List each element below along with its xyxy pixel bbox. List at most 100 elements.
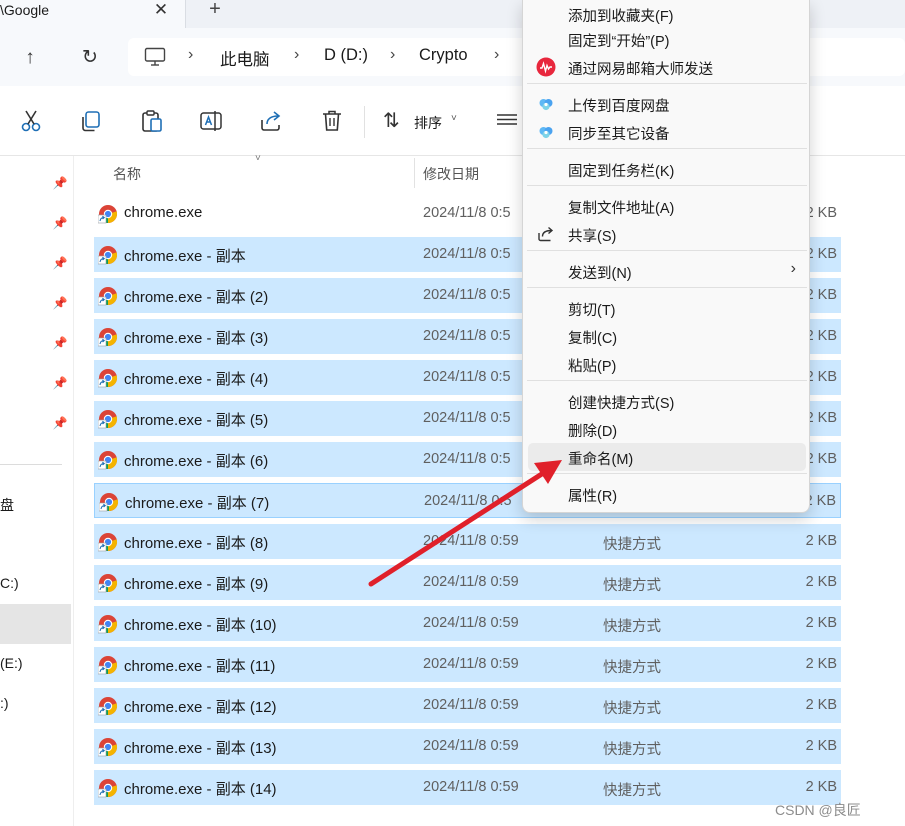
file-size: 2 KB bbox=[805, 287, 837, 303]
rename-button[interactable] bbox=[198, 108, 226, 136]
pin-icon: 📌 bbox=[52, 216, 68, 230]
chrome-shortcut-icon bbox=[97, 573, 118, 593]
close-icon[interactable]: ✕ bbox=[152, 0, 170, 20]
sidebar-item-drive-c[interactable]: C:) bbox=[0, 575, 19, 591]
menu-item[interactable]: 复制文件地址(A) bbox=[528, 192, 806, 220]
sidebar-item-drive[interactable]: 盘 bbox=[0, 495, 14, 515]
tab-google[interactable]: \Google ✕ bbox=[0, 0, 186, 28]
chrome-shortcut-icon bbox=[97, 696, 118, 716]
menu-item[interactable]: 上传到百度网盘 bbox=[528, 90, 806, 118]
file-row[interactable]: chrome.exe - 副本 (9) 2024/11/8 0:59 快捷方式 2 K… bbox=[94, 565, 841, 600]
sidebar-divider bbox=[0, 464, 62, 465]
column-header-date[interactable]: 修改日期 bbox=[423, 164, 479, 184]
file-type: 快捷方式 bbox=[603, 578, 661, 594]
file-date: 2024/11/8 0:59 bbox=[423, 615, 519, 631]
file-type: 快捷方式 bbox=[603, 619, 661, 635]
file-row[interactable]: chrome.exe - 副本 (12) 2024/11/8 0:59 快捷方式 2 … bbox=[94, 688, 841, 723]
file-row[interactable]: chrome.exe - 副本 (10) 2024/11/8 0:59 快捷方式 2 … bbox=[94, 606, 841, 641]
menu-item-label: 重命名(M) bbox=[568, 452, 634, 468]
file-name: chrome.exe - 副本 (6) bbox=[124, 453, 269, 470]
menu-item-label: 同步至其它设备 bbox=[568, 127, 670, 143]
pin-icon: 📌 bbox=[52, 336, 68, 350]
column-header-name[interactable]: 名称 bbox=[113, 164, 141, 184]
breadcrumb-drive-d[interactable]: D (D:) bbox=[324, 46, 368, 65]
file-type: 快捷方式 bbox=[603, 742, 661, 758]
chrome-shortcut-icon bbox=[97, 327, 118, 347]
sort-icon[interactable]: ⇅ bbox=[383, 108, 407, 134]
file-type: 快捷方式 bbox=[603, 783, 661, 799]
column-divider[interactable] bbox=[414, 158, 415, 188]
file-name: chrome.exe - 副本 (5) bbox=[124, 412, 269, 429]
sort-caret-icon: ˅ bbox=[255, 153, 261, 164]
view-list-icon[interactable] bbox=[496, 112, 518, 130]
toolbar-divider bbox=[364, 106, 365, 138]
file-date: 2024/11/8 0:5 bbox=[423, 451, 511, 467]
menu-item-label: 属性(R) bbox=[568, 489, 618, 505]
file-size: 2 KB bbox=[805, 328, 837, 344]
menu-item[interactable]: 复制(C) bbox=[528, 322, 806, 350]
file-type: 快捷方式 bbox=[603, 701, 661, 717]
file-date: 2024/11/8 0:59 bbox=[423, 738, 519, 754]
clipboard-icon bbox=[142, 110, 162, 132]
file-date: 2024/11/8 0:5 bbox=[423, 205, 511, 221]
file-size: 2 KB bbox=[805, 738, 837, 754]
chrome-shortcut-icon bbox=[97, 778, 118, 798]
sidebar-item-drive-d-selected[interactable] bbox=[0, 604, 71, 644]
menu-item[interactable]: 重命名(M) bbox=[528, 443, 806, 471]
cut-button[interactable] bbox=[18, 108, 46, 136]
chrome-shortcut-icon bbox=[97, 409, 118, 429]
menu-item[interactable]: 共享(S) bbox=[528, 220, 806, 248]
menu-item-label: 粘贴(P) bbox=[568, 359, 617, 375]
menu-item[interactable]: 固定到任务栏(K) bbox=[528, 155, 806, 183]
menu-item[interactable]: 删除(D) bbox=[528, 415, 806, 443]
paste-button[interactable] bbox=[139, 108, 167, 136]
chrome-shortcut-icon bbox=[97, 655, 118, 675]
menu-item-label: 通过网易邮箱大师发送 bbox=[568, 62, 713, 78]
menu-item[interactable]: 同步至其它设备 bbox=[528, 118, 806, 146]
new-tab-icon[interactable]: + bbox=[205, 0, 225, 20]
file-size: 2 KB bbox=[805, 656, 837, 672]
menu-item[interactable]: 添加到收藏夹(F) bbox=[528, 0, 806, 28]
sidebar-item-drive-e[interactable]: (E:) bbox=[0, 655, 23, 671]
menu-item[interactable]: 创建快捷方式(S) bbox=[528, 387, 806, 415]
menu-item[interactable]: 粘贴(P) bbox=[528, 350, 806, 378]
monitor-icon bbox=[144, 47, 166, 66]
watermark-text: CSDN @良匠 bbox=[775, 802, 861, 818]
menu-item[interactable]: 通过网易邮箱大师发送 bbox=[528, 53, 806, 81]
menu-item-label: 上传到百度网盘 bbox=[568, 99, 670, 115]
file-row[interactable]: chrome.exe - 副本 (13) 2024/11/8 0:59 快捷方式 2 … bbox=[94, 729, 841, 764]
menu-separator bbox=[527, 473, 807, 474]
menu-item-label: 共享(S) bbox=[568, 229, 617, 245]
context-menu: 添加到收藏夹(F) 固定到“开始”(P) 通过网易邮箱大师发送 上传到百度网盘 同步至其… bbox=[522, 0, 810, 513]
breadcrumb-crypto[interactable]: Crypto bbox=[419, 46, 468, 65]
navigation-pane: 📌 📌 📌 📌 📌 📌 📌 盘 C:) (E:) :) bbox=[0, 156, 74, 826]
menu-separator bbox=[527, 185, 807, 186]
menu-item[interactable]: 发送到(N) › bbox=[528, 257, 806, 285]
file-name: chrome.exe - 副本 (3) bbox=[124, 330, 269, 347]
up-arrow-icon[interactable]: ↑ bbox=[18, 46, 42, 70]
file-name: chrome.exe bbox=[124, 204, 203, 221]
file-row[interactable]: chrome.exe - 副本 (11) 2024/11/8 0:59 快捷方式 2 … bbox=[94, 647, 841, 682]
refresh-icon[interactable]: ↻ bbox=[78, 46, 102, 70]
menu-item[interactable]: 剪切(T) bbox=[528, 294, 806, 322]
chrome-shortcut-icon bbox=[97, 204, 118, 224]
file-size: 2 KB bbox=[805, 779, 837, 795]
pin-icon: 📌 bbox=[52, 176, 68, 190]
sidebar-item-drive-f[interactable]: :) bbox=[0, 695, 9, 711]
menu-item-label: 删除(D) bbox=[568, 424, 618, 440]
breadcrumb-this-pc[interactable]: 此电脑 bbox=[220, 46, 270, 70]
menu-item[interactable]: 属性(R) bbox=[528, 480, 806, 508]
file-name: chrome.exe - 副本 (7) bbox=[125, 495, 270, 512]
file-row[interactable]: chrome.exe - 副本 (14) 2024/11/8 0:59 快捷方式 2 … bbox=[94, 770, 841, 805]
delete-button[interactable] bbox=[319, 108, 347, 136]
menu-item[interactable]: 固定到“开始”(P) bbox=[528, 25, 806, 53]
sort-button[interactable]: 排序 bbox=[414, 113, 442, 133]
file-date: 2024/11/8 0:59 bbox=[423, 779, 519, 795]
share-button[interactable] bbox=[258, 108, 286, 136]
copy-button[interactable] bbox=[78, 108, 106, 136]
chevron-down-icon[interactable]: ˅ bbox=[451, 113, 457, 124]
file-size: 2 KB bbox=[805, 246, 837, 262]
scissors-icon bbox=[21, 110, 41, 132]
file-row[interactable]: chrome.exe - 副本 (8) 2024/11/8 0:59 快捷方式 2 K… bbox=[94, 524, 841, 559]
tab-title: \Google bbox=[0, 2, 50, 18]
